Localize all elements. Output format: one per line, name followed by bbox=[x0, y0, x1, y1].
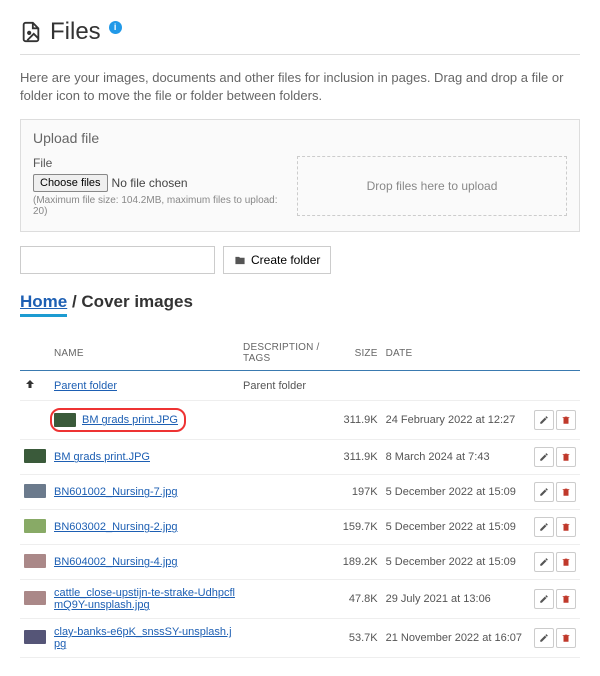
pencil-icon bbox=[539, 487, 549, 497]
pencil-icon bbox=[539, 594, 549, 604]
file-date: 21 November 2022 at 16:07 bbox=[382, 619, 526, 658]
delete-button[interactable] bbox=[556, 410, 576, 430]
dropzone[interactable]: Drop files here to upload bbox=[297, 156, 567, 216]
create-folder-label: Create folder bbox=[251, 253, 320, 267]
thumbnail bbox=[24, 591, 46, 605]
file-date: 24 February 2022 at 12:27 bbox=[382, 401, 526, 440]
breadcrumb-sep: / bbox=[67, 292, 81, 311]
file-date: 8 March 2024 at 7:43 bbox=[382, 440, 526, 475]
folder-name-input[interactable] bbox=[20, 246, 215, 274]
file-size: 197K bbox=[339, 475, 382, 510]
highlighted-file: BM grads print.JPG bbox=[50, 408, 186, 432]
table-row: BM grads print.JPG 311.9K24 February 2022… bbox=[20, 401, 580, 440]
edit-button[interactable] bbox=[534, 482, 554, 502]
choose-files-button[interactable]: Choose files bbox=[33, 174, 108, 192]
delete-button[interactable] bbox=[556, 517, 576, 537]
thumbnail bbox=[24, 519, 46, 533]
file-link[interactable]: BN603002_Nursing-2.jpg bbox=[54, 521, 178, 533]
info-icon[interactable]: i bbox=[109, 21, 122, 34]
file-date: 5 December 2022 at 15:09 bbox=[382, 475, 526, 510]
file-link[interactable]: BM grads print.JPG bbox=[54, 451, 150, 463]
edit-button[interactable] bbox=[534, 628, 554, 648]
breadcrumb-current: Cover images bbox=[81, 292, 193, 311]
folder-icon bbox=[234, 255, 246, 266]
col-date[interactable]: DATE bbox=[382, 336, 526, 371]
file-size: 159.7K bbox=[339, 510, 382, 545]
file-date: 5 December 2022 at 15:09 bbox=[382, 545, 526, 580]
parent-folder-desc: Parent folder bbox=[239, 371, 339, 401]
parent-folder-link[interactable]: Parent folder bbox=[54, 380, 117, 392]
table-row: BN603002_Nursing-2.jpg 159.7K5 December 2… bbox=[20, 510, 580, 545]
pencil-icon bbox=[539, 522, 549, 532]
up-arrow-icon bbox=[24, 378, 36, 390]
edit-button[interactable] bbox=[534, 410, 554, 430]
breadcrumb-home-link[interactable]: Home bbox=[20, 292, 67, 311]
file-size: 53.7K bbox=[339, 619, 382, 658]
pencil-icon bbox=[539, 452, 549, 462]
file-label: File bbox=[33, 156, 281, 170]
thumbnail bbox=[24, 484, 46, 498]
table-row: clay-banks-e6pK_snssSY-unsplash.jpg 53.7K… bbox=[20, 619, 580, 658]
create-folder-button[interactable]: Create folder bbox=[223, 246, 331, 274]
upload-panel: Upload file File Choose files No file ch… bbox=[20, 119, 580, 232]
delete-button[interactable] bbox=[556, 589, 576, 609]
folder-toolbar: Create folder bbox=[20, 246, 580, 274]
file-link[interactable]: BN604002_Nursing-4.jpg bbox=[54, 556, 178, 568]
page-title: Files bbox=[20, 18, 101, 46]
thumbnail bbox=[24, 554, 46, 568]
col-desc[interactable]: DESCRIPTION / TAGS bbox=[239, 336, 339, 371]
upload-hint: (Maximum file size: 104.2MB, maximum fil… bbox=[33, 195, 281, 217]
page-title-text: Files bbox=[50, 18, 101, 46]
table-row: BN601002_Nursing-7.jpg 197K5 December 202… bbox=[20, 475, 580, 510]
col-size[interactable]: SIZE bbox=[339, 336, 382, 371]
files-table: NAME DESCRIPTION / TAGS SIZE DATE Parent… bbox=[20, 336, 580, 658]
file-date: 29 July 2021 at 13:06 bbox=[382, 580, 526, 619]
upload-panel-title: Upload file bbox=[33, 130, 567, 146]
delete-button[interactable] bbox=[556, 447, 576, 467]
image-file-icon bbox=[20, 20, 42, 44]
file-size: 47.8K bbox=[339, 580, 382, 619]
thumbnail bbox=[24, 630, 46, 644]
edit-button[interactable] bbox=[534, 552, 554, 572]
intro-text: Here are your images, documents and othe… bbox=[20, 69, 580, 105]
file-size: 311.9K bbox=[339, 401, 382, 440]
file-chosen-status: No file chosen bbox=[112, 176, 188, 190]
pencil-icon bbox=[539, 415, 549, 425]
edit-button[interactable] bbox=[534, 589, 554, 609]
parent-folder-row[interactable]: Parent folder Parent folder bbox=[20, 371, 580, 401]
breadcrumb: Home / Cover images bbox=[20, 292, 580, 315]
file-link[interactable]: BM grads print.JPG bbox=[82, 414, 178, 426]
delete-button[interactable] bbox=[556, 482, 576, 502]
file-size: 189.2K bbox=[339, 545, 382, 580]
col-name[interactable]: NAME bbox=[50, 336, 239, 371]
file-date: 5 December 2022 at 15:09 bbox=[382, 510, 526, 545]
table-row: cattle_close-upstijn-te-strake-UdhpcflmQ… bbox=[20, 580, 580, 619]
table-row: BN604002_Nursing-4.jpg 189.2K5 December 2… bbox=[20, 545, 580, 580]
thumbnail bbox=[24, 449, 46, 463]
page-header: Files i bbox=[20, 18, 580, 55]
file-size: 311.9K bbox=[339, 440, 382, 475]
delete-button[interactable] bbox=[556, 628, 576, 648]
file-link[interactable]: BN601002_Nursing-7.jpg bbox=[54, 486, 178, 498]
file-link[interactable]: cattle_close-upstijn-te-strake-UdhpcflmQ… bbox=[54, 587, 235, 611]
pencil-icon bbox=[539, 557, 549, 567]
edit-button[interactable] bbox=[534, 517, 554, 537]
pencil-icon bbox=[539, 633, 549, 643]
delete-button[interactable] bbox=[556, 552, 576, 572]
file-link[interactable]: clay-banks-e6pK_snssSY-unsplash.jpg bbox=[54, 626, 232, 650]
thumbnail bbox=[54, 413, 76, 427]
table-row: BM grads print.JPG 311.9K8 March 2024 at … bbox=[20, 440, 580, 475]
edit-button[interactable] bbox=[534, 447, 554, 467]
